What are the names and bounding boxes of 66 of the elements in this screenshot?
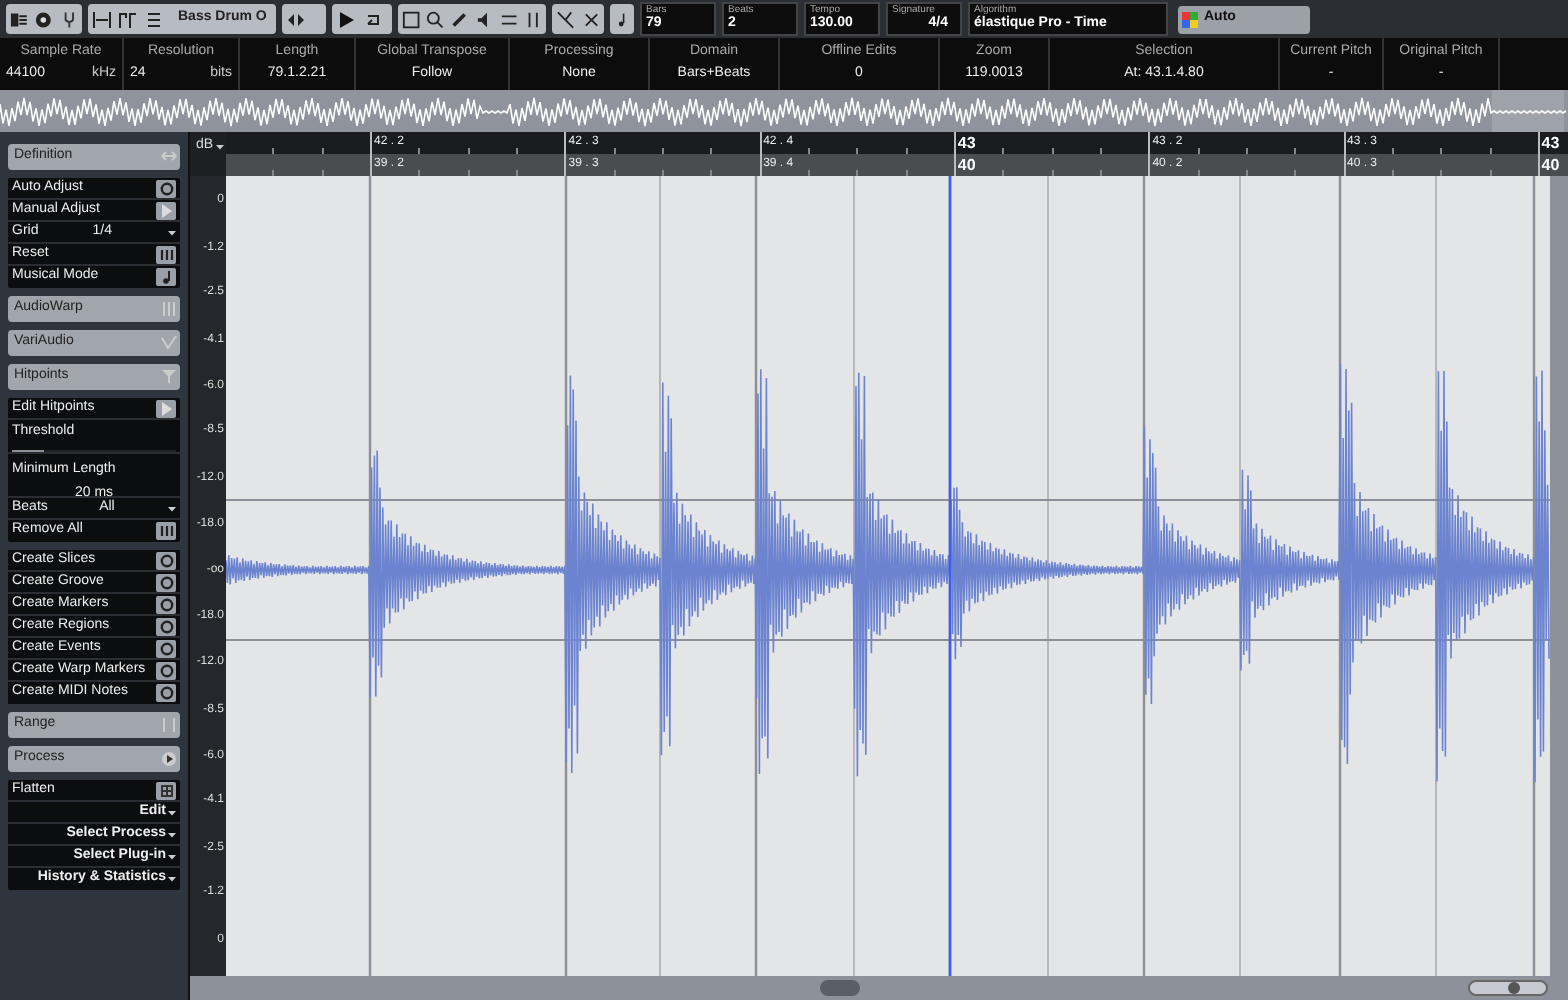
snap-icon[interactable] [92,9,112,29]
row-button[interactable] [156,399,176,417]
loop-icon[interactable] [362,9,382,29]
vertical-scrollbar[interactable] [1550,176,1568,976]
circle-icon [159,597,173,611]
bars-icon [159,247,173,261]
waveform-area[interactable] [226,176,1550,976]
zoom-slider[interactable] [1468,980,1548,996]
section-icon [160,148,178,166]
dropdown-icon[interactable] [168,505,176,511]
overview-waveform[interactable] [0,90,1568,132]
bars-icon [159,524,173,538]
select-tool-icon[interactable] [402,9,421,29]
hitpoint-icon[interactable] [581,9,600,29]
row-button[interactable] [156,684,176,702]
warp-icon[interactable] [556,9,575,29]
section-icon [160,300,178,318]
play-icon [159,203,173,217]
circle-icon [159,619,173,633]
ruler-label: 43 [1539,132,1560,154]
zoom-slider-thumb[interactable] [1508,982,1521,994]
dropdown-icon[interactable] [168,876,176,882]
circle-icon [159,553,173,567]
row-button[interactable] [156,268,176,286]
row-button[interactable] [156,661,176,679]
play-icon [159,401,173,415]
row-button[interactable] [156,551,176,569]
ruler-label: 43 [955,132,976,154]
circle-icon [159,686,173,700]
row-button[interactable] [156,522,176,540]
row-button[interactable] [156,639,176,657]
ruler-label: 40 [955,154,976,176]
row-button[interactable] [156,179,176,197]
row-button[interactable] [156,595,176,613]
row-button[interactable] [156,201,176,219]
circle-icon [159,181,173,195]
list-icon[interactable] [10,9,29,29]
section-icon [160,750,178,768]
horizontal-scrollbar-thumb[interactable] [820,980,860,996]
circle-icon [159,641,173,655]
bracket-icon[interactable] [118,9,138,29]
scrub-icon[interactable] [499,9,518,29]
play-icon[interactable] [336,9,356,29]
split-icon[interactable] [523,9,543,29]
ruler-label: 40 [1539,154,1560,176]
lines-icon[interactable] [144,9,164,29]
row-button[interactable] [156,573,176,591]
zoom-icon[interactable] [426,9,445,29]
note-icon[interactable] [614,9,630,29]
circle-icon [159,575,173,589]
row-button[interactable] [156,781,176,799]
dropdown-icon[interactable] [168,853,176,859]
dropdown-icon[interactable] [168,229,176,235]
dropdown-icon[interactable] [215,143,224,150]
dropdown-icon[interactable] [168,809,176,815]
tuning-fork-icon[interactable] [59,9,78,29]
solo-icon[interactable] [34,9,54,29]
note-icon [159,270,173,284]
row-button[interactable] [156,617,176,635]
dropdown-icon[interactable] [168,831,176,837]
section-icon [160,716,178,734]
circle-icon [159,663,173,677]
color-grid-icon [1182,11,1198,27]
pencil-icon[interactable] [450,9,470,29]
row-button[interactable] [156,245,176,263]
nudge-icon[interactable] [286,9,306,29]
